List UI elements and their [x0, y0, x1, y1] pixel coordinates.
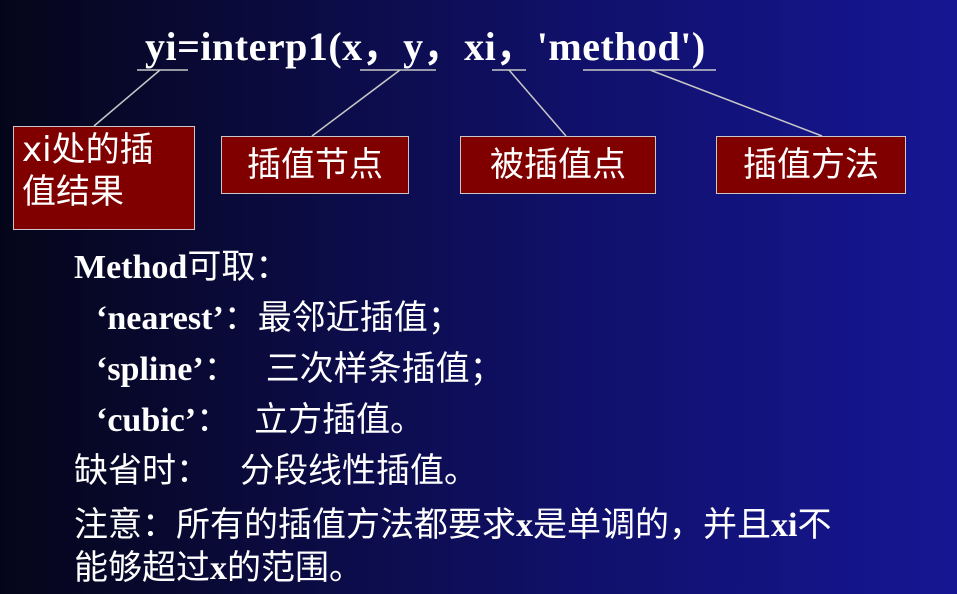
result-box: xi处的插 值结果	[13, 126, 195, 230]
method-box-label: 插值方法	[743, 145, 879, 185]
connector-xy	[311, 69, 401, 137]
connector-yi	[93, 69, 161, 127]
default-line: 缺省时： 分段线性插值。	[74, 451, 478, 491]
points-box-label: 被插值点	[490, 145, 626, 185]
points-box: 被插值点	[460, 136, 656, 194]
method-heading: Method可取：	[74, 247, 290, 287]
option-spline: ‘spline’： 三次样条插值；	[96, 349, 504, 389]
option-nearest: ‘nearest’：最邻近插值；	[96, 298, 462, 338]
result-box-line1: xi处的插	[22, 130, 154, 170]
method-box: 插值方法	[716, 136, 906, 194]
connector-method	[649, 69, 823, 137]
nodes-box-label: 插值节点	[247, 145, 383, 185]
nodes-box: 插值节点	[221, 136, 409, 194]
option-cubic: ‘cubic’： 立方插值。	[96, 400, 425, 440]
result-box-line2: 值结果	[22, 172, 124, 212]
connector-xi	[508, 69, 567, 137]
explanation-text: Method可取： ‘nearest’：最邻近插值； ‘spline’： 三次样条…	[74, 242, 831, 594]
